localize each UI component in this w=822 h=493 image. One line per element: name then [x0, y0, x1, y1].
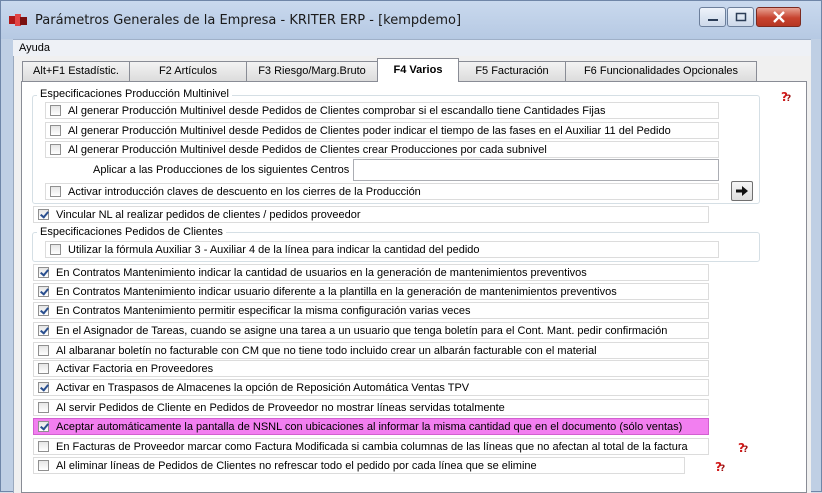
- tab-label: F3 Riesgo/Marg.Bruto: [258, 65, 366, 77]
- checkbox[interactable]: [38, 305, 49, 316]
- produccion-option-row[interactable]: Al generar Producción Multinivel desde P…: [45, 141, 719, 158]
- checkbox[interactable]: [38, 286, 49, 297]
- tab-label: F5 Facturación: [475, 65, 549, 77]
- option-label: Al servir Pedidos de Cliente en Pedidos …: [56, 402, 505, 414]
- descuento-option-row[interactable]: Activar introducción claves de descuento…: [45, 183, 719, 200]
- option-row[interactable]: Al servir Pedidos de Cliente en Pedidos …: [33, 399, 709, 416]
- option-label: En Contratos Mantenimiento indicar la ca…: [56, 267, 587, 279]
- option-row[interactable]: Al albaranar boletín no facturable con C…: [33, 342, 709, 359]
- option-label: Al generar Producción Multinivel desde P…: [68, 125, 671, 137]
- option-label: Al albaranar boletín no facturable con C…: [56, 345, 597, 357]
- tab-varios[interactable]: F4 Varios: [377, 58, 459, 82]
- tab-label: F2 Artículos: [158, 65, 218, 77]
- centros-label: Aplicar a las Producciones de los siguie…: [93, 164, 350, 176]
- window-title: Parámetros Generales de la Empresa - KRI…: [35, 13, 462, 28]
- option-label: En el Asignador de Tareas, cuando se asi…: [56, 325, 668, 337]
- produccion-group-label: Especificaciones Producción Multinivel: [37, 88, 232, 100]
- tab-facturacion[interactable]: F5 Facturación: [458, 61, 566, 81]
- option-row[interactable]: En Facturas de Proveedor marcar como Fac…: [33, 438, 709, 455]
- tab-label: Alt+F1 Estadístic.: [33, 65, 119, 77]
- minimize-icon: [707, 19, 718, 21]
- option-row[interactable]: Aceptar automáticamente la pantalla de N…: [33, 418, 709, 435]
- title-bar[interactable]: Parámetros Generales de la Empresa - KRI…: [1, 1, 821, 39]
- option-row[interactable]: En el Asignador de Tareas, cuando se asi…: [33, 322, 709, 339]
- option-row[interactable]: Activar Factoria en Proveedores: [33, 360, 709, 377]
- menu-item-ayuda[interactable]: Ayuda: [19, 42, 50, 54]
- option-label: Al eliminar líneas de Pedidos de Cliente…: [56, 460, 537, 472]
- option-row[interactable]: Activar en Traspasos de Almacenes la opc…: [33, 379, 709, 396]
- option-label: Al generar Producción Multinivel desde P…: [68, 105, 606, 117]
- option-label: Aceptar automáticamente la pantalla de N…: [56, 421, 683, 433]
- tab-riesgo[interactable]: F3 Riesgo/Marg.Bruto: [246, 61, 378, 81]
- option-row[interactable]: En Contratos Mantenimiento permitir espe…: [33, 302, 709, 319]
- checkbox[interactable]: [38, 382, 49, 393]
- tab-funcionalidades[interactable]: F6 Funcionalidades Opcionales: [565, 61, 757, 81]
- option-label: Utilizar la fórmula Auxiliar 3 - Auxilia…: [68, 244, 480, 256]
- maximize-icon: [735, 12, 746, 22]
- close-button[interactable]: [756, 7, 801, 27]
- centros-input[interactable]: [353, 159, 719, 181]
- pedidos-option-row[interactable]: Utilizar la fórmula Auxiliar 3 - Auxilia…: [45, 241, 719, 258]
- option-label: En Contratos Mantenimiento indicar usuar…: [56, 286, 617, 298]
- svg-text:?: ?: [786, 94, 791, 102]
- menu-bar: Ayuda: [13, 39, 811, 56]
- tab-estadisticas[interactable]: Alt+F1 Estadístic.: [22, 61, 130, 81]
- checkbox[interactable]: [38, 402, 49, 413]
- checkbox[interactable]: [38, 441, 49, 452]
- produccion-option-row[interactable]: Al generar Producción Multinivel desde P…: [45, 122, 719, 139]
- option-row[interactable]: En Contratos Mantenimiento indicar usuar…: [33, 283, 709, 300]
- svg-text:?: ?: [743, 445, 748, 453]
- tab-label: F6 Funcionalidades Opcionales: [583, 65, 739, 77]
- close-icon: [772, 11, 785, 23]
- window: Parámetros Generales de la Empresa - KRI…: [0, 0, 822, 493]
- tab-label: F4 Varios: [393, 64, 443, 76]
- help-icon[interactable]: ? ?: [736, 441, 750, 453]
- option-label: Activar introducción claves de descuento…: [68, 186, 421, 198]
- vincular-option-row[interactable]: Vincular NL al realizar pedidos de clien…: [33, 206, 709, 223]
- checkbox[interactable]: [38, 421, 49, 432]
- maximize-button[interactable]: [727, 7, 754, 27]
- checkbox[interactable]: [50, 186, 61, 197]
- tab-articulos[interactable]: F2 Artículos: [129, 61, 247, 81]
- option-label: Activar Factoria en Proveedores: [56, 363, 214, 375]
- minimize-button[interactable]: [699, 7, 726, 27]
- option-label: Activar en Traspasos de Almacenes la opc…: [56, 382, 470, 394]
- option-row[interactable]: Al eliminar líneas de Pedidos de Cliente…: [33, 457, 685, 474]
- pedidos-group-label: Especificaciones Pedidos de Clientes: [37, 226, 226, 238]
- app-icon: [9, 14, 27, 26]
- help-icon[interactable]: ? ?: [713, 460, 727, 472]
- option-label: Al generar Producción Multinivel desde P…: [68, 144, 547, 156]
- svg-text:?: ?: [720, 464, 725, 472]
- arrow-right-button[interactable]: [731, 181, 753, 201]
- checkbox[interactable]: [50, 244, 61, 255]
- checkbox[interactable]: [38, 345, 49, 356]
- checkbox[interactable]: [50, 125, 61, 136]
- option-row[interactable]: En Contratos Mantenimiento indicar la ca…: [33, 264, 709, 281]
- checkbox[interactable]: [38, 267, 49, 278]
- checkbox[interactable]: [38, 363, 49, 374]
- option-label: En Facturas de Proveedor marcar como Fac…: [56, 441, 688, 453]
- checkbox[interactable]: [38, 460, 49, 471]
- option-label: Vincular NL al realizar pedidos de clien…: [56, 209, 361, 221]
- checkbox[interactable]: [50, 105, 61, 116]
- arrow-right-icon: [736, 186, 748, 196]
- checkbox[interactable]: [38, 325, 49, 336]
- checkbox[interactable]: [50, 144, 61, 155]
- help-icon[interactable]: ? ?: [779, 90, 793, 102]
- produccion-option-row[interactable]: Al generar Producción Multinivel desde P…: [45, 102, 719, 119]
- checkbox[interactable]: [38, 209, 49, 220]
- option-label: En Contratos Mantenimiento permitir espe…: [56, 305, 471, 317]
